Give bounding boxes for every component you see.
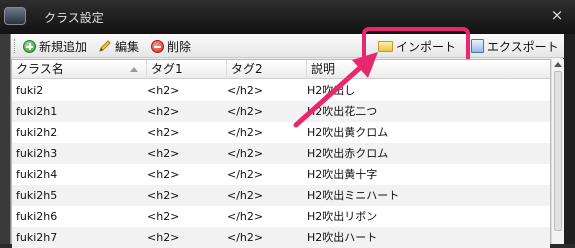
- vertical-scrollbar[interactable]: [551, 59, 564, 244]
- delete-icon: [151, 39, 164, 53]
- cell-tag1: <h2>: [147, 147, 180, 160]
- dialog-body: 新規追加 編集 削除 インポート エクスポート クラス名 タグ1 タグ2 説明 …: [10, 27, 564, 248]
- column-header-description[interactable]: 説明: [307, 60, 550, 79]
- add-icon: [23, 39, 36, 53]
- sort-ascending-icon: [130, 67, 138, 72]
- cell-class-name: fuki2h3: [16, 147, 58, 160]
- cell-description: H2吹出ミニハート: [307, 189, 400, 202]
- window-title: クラス設定: [44, 11, 104, 25]
- cell-class-name: fuki2h5: [16, 189, 58, 202]
- cell-tag1: <h2>: [147, 126, 180, 139]
- cell-tag2: </h2>: [227, 210, 264, 223]
- cell-tag2: </h2>: [227, 147, 264, 160]
- table-row[interactable]: fuki2h3 <h2> </h2> H2吹出赤クロム: [12, 143, 550, 164]
- table-row[interactable]: fuki2h5 <h2> </h2> H2吹出ミニハート: [12, 185, 550, 206]
- list-header: クラス名 タグ1 タグ2 説明: [12, 60, 550, 79]
- cell-class-name: fuki2: [16, 84, 44, 97]
- table-row[interactable]: fuki2h6 <h2> </h2> H2吹出リボン: [12, 206, 550, 227]
- cell-tag2: </h2>: [227, 84, 264, 97]
- cell-class-name: fuki2h2: [16, 126, 58, 139]
- table-row[interactable]: fuki2h4 <h2> </h2> H2吹出黄十字: [12, 164, 550, 185]
- cell-tag1: <h2>: [147, 231, 180, 244]
- column-header-class-name[interactable]: クラス名: [12, 60, 147, 79]
- toolbar-grip[interactable]: [14, 39, 17, 53]
- cell-tag2: </h2>: [227, 189, 264, 202]
- new-button[interactable]: 新規追加: [23, 37, 87, 55]
- toolbar: 新規追加 編集 削除 インポート エクスポート: [11, 27, 564, 69]
- table-row[interactable]: fuki2h7 <h2> </h2> H2吹出ハート: [12, 227, 550, 248]
- export-button[interactable]: エクスポート: [471, 37, 559, 55]
- cell-class-name: fuki2h4: [16, 168, 58, 181]
- cell-description: H2吹出黄十字: [307, 168, 378, 181]
- edit-button-label: 編集: [115, 39, 140, 54]
- cell-description: H2吹出し: [307, 84, 356, 97]
- cell-tag1: <h2>: [147, 84, 180, 97]
- table-row[interactable]: fuki2h1 <h2> </h2> H2吹出花二つ: [12, 101, 550, 122]
- edit-button[interactable]: 編集: [98, 37, 139, 55]
- pencil-icon: [98, 39, 112, 53]
- class-list: クラス名 タグ1 タグ2 説明 fuki2 <h2> </h2> H2吹出し fuki2…: [11, 59, 551, 248]
- cell-class-name: fuki2h6: [16, 210, 58, 223]
- class-settings-window: クラス設定 × 新規追加 編集 削除 インポート エクスポート クラス名 タグ1…: [0, 0, 575, 248]
- cell-description: H2吹出花二つ: [307, 105, 378, 118]
- table-row[interactable]: fuki2 <h2> </h2> H2吹出し: [12, 80, 550, 101]
- background-app-edge: [0, 0, 10, 244]
- cell-description: H2吹出黄クロム: [307, 126, 389, 139]
- close-button[interactable]: ×: [549, 7, 565, 23]
- export-icon: [471, 39, 484, 53]
- delete-button-label: 削除: [167, 39, 192, 54]
- cell-tag2: </h2>: [227, 105, 264, 118]
- cell-tag1: <h2>: [147, 168, 180, 181]
- column-header-tag1[interactable]: タグ1: [147, 60, 227, 79]
- delete-button[interactable]: 削除: [151, 37, 191, 55]
- scroll-thumb[interactable]: [554, 71, 562, 231]
- column-header-tag2[interactable]: タグ2: [227, 60, 307, 79]
- cell-class-name: fuki2h7: [16, 231, 58, 244]
- cell-tag1: <h2>: [147, 210, 180, 223]
- cell-tag2: </h2>: [227, 126, 264, 139]
- app-icon: [4, 7, 26, 25]
- cell-tag2: </h2>: [227, 231, 264, 244]
- new-button-label: 新規追加: [39, 39, 88, 54]
- cell-description: H2吹出リボン: [307, 210, 378, 223]
- scroll-up-icon[interactable]: [554, 62, 562, 67]
- cell-description: H2吹出赤クロム: [307, 147, 389, 160]
- export-button-label: エクスポート: [487, 39, 559, 54]
- table-row[interactable]: fuki2h2 <h2> </h2> H2吹出黄クロム: [12, 122, 550, 143]
- cell-class-name: fuki2h1: [16, 105, 58, 118]
- cell-description: H2吹出ハート: [307, 231, 378, 244]
- cell-tag1: <h2>: [147, 189, 180, 202]
- cell-tag2: </h2>: [227, 168, 264, 181]
- cell-tag1: <h2>: [147, 105, 180, 118]
- title-bar[interactable]: クラス設定 ×: [0, 0, 575, 34]
